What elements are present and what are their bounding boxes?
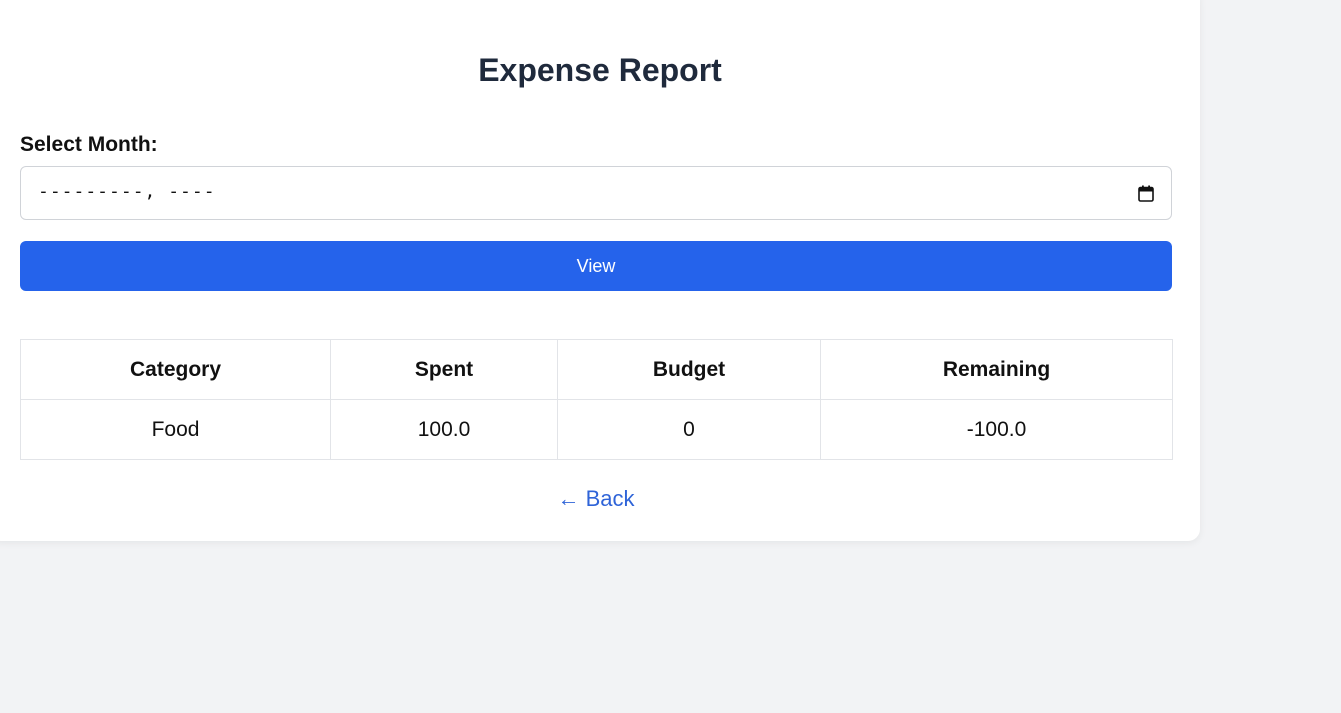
month-input-placeholder: ---------, ---- bbox=[38, 181, 216, 202]
card-content: Expense Report Select Month: ---------, … bbox=[0, 0, 1200, 541]
expense-table: Category Spent Budget Remaining Food 100… bbox=[20, 339, 1173, 460]
table-header-row: Category Spent Budget Remaining bbox=[20, 339, 1173, 400]
calendar-icon[interactable] bbox=[1138, 185, 1154, 202]
cell-category: Food bbox=[20, 399, 331, 460]
view-button[interactable]: View bbox=[20, 241, 1172, 291]
page-title: Expense Report bbox=[478, 52, 722, 88]
header-budget: Budget bbox=[557, 339, 821, 400]
expense-report-card: Expense Report Select Month: ---------, … bbox=[0, 0, 1200, 541]
month-input[interactable]: ---------, ---- bbox=[20, 166, 1172, 220]
header-spent: Spent bbox=[330, 339, 558, 400]
month-label: Select Month: bbox=[20, 133, 158, 156]
header-category: Category bbox=[20, 339, 331, 400]
back-link[interactable]: ← Back bbox=[0, 486, 1192, 512]
header-remaining: Remaining bbox=[820, 339, 1173, 400]
cell-remaining: -100.0 bbox=[820, 399, 1173, 460]
cell-budget: 0 bbox=[557, 399, 821, 460]
table-row: Food 100.0 0 -100.0 bbox=[20, 399, 1173, 460]
cell-spent: 100.0 bbox=[330, 399, 558, 460]
